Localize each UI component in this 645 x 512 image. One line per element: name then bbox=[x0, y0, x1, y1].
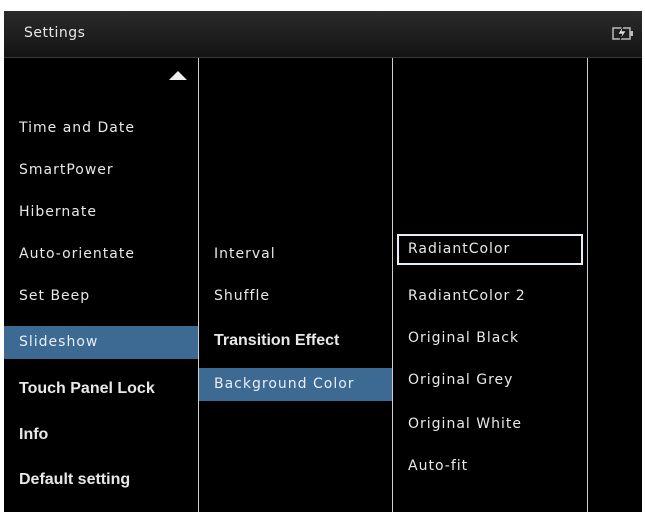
background-color-options: RadiantColor RadiantColor 2 Original Bla… bbox=[393, 58, 587, 512]
menu-item-info[interactable]: Info bbox=[4, 418, 198, 452]
menu-item-time-and-date[interactable]: Time and Date bbox=[4, 112, 198, 144]
menu-item-transition-effect[interactable]: Transition Effect bbox=[199, 324, 392, 358]
menu-item-set-beep[interactable]: Set Beep bbox=[4, 280, 198, 312]
option-original-white[interactable]: Original White bbox=[393, 408, 587, 440]
header-bar: Settings bbox=[4, 11, 642, 58]
battery-charging-icon bbox=[612, 25, 633, 41]
settings-menu: Time and Date SmartPower Hibernate Auto-… bbox=[4, 58, 198, 512]
menu-item-interval[interactable]: Interval bbox=[199, 238, 392, 270]
slideshow-submenu: Interval Shuffle Transition Effect Backg… bbox=[199, 58, 392, 512]
option-original-black[interactable]: Original Black bbox=[393, 322, 587, 354]
settings-screen: Settings Time and Date SmartPower Hibern… bbox=[4, 11, 642, 512]
empty-column bbox=[588, 58, 642, 512]
page-title: Settings bbox=[24, 25, 86, 41]
menu-item-touch-panel-lock[interactable]: Touch Panel Lock bbox=[4, 372, 198, 406]
menu-item-auto-orientate[interactable]: Auto-orientate bbox=[4, 238, 198, 270]
option-original-grey[interactable]: Original Grey bbox=[393, 364, 587, 396]
option-radiantcolor[interactable]: RadiantColor bbox=[396, 233, 584, 266]
menu-item-background-color[interactable]: Background Color bbox=[199, 368, 392, 401]
menu-item-hibernate[interactable]: Hibernate bbox=[4, 196, 198, 228]
option-radiantcolor-2[interactable]: RadiantColor 2 bbox=[393, 280, 587, 312]
menu-item-slideshow[interactable]: Slideshow bbox=[4, 326, 198, 359]
menu-item-default-setting[interactable]: Default setting bbox=[4, 463, 198, 497]
up-arrow-icon[interactable] bbox=[169, 71, 187, 80]
menu-item-shuffle[interactable]: Shuffle bbox=[199, 280, 392, 312]
menu-item-smartpower[interactable]: SmartPower bbox=[4, 154, 198, 186]
option-auto-fit[interactable]: Auto-fit bbox=[393, 450, 587, 482]
